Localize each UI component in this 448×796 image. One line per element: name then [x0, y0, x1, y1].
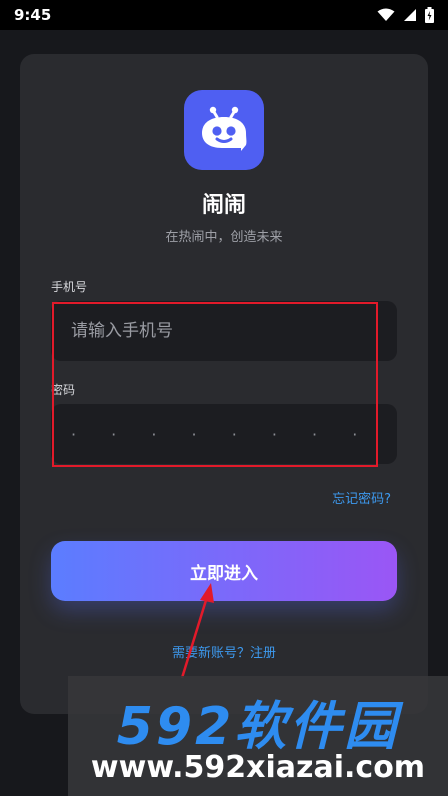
watermark-logo: 592软件园: [116, 697, 400, 757]
password-field[interactable]: · · · · · · · ·: [51, 404, 397, 464]
signal-icon: [404, 9, 416, 21]
watermark-url: www.592xiazai.com: [90, 750, 426, 785]
enter-button[interactable]: 立即进入: [51, 541, 397, 601]
app-logo: [184, 90, 264, 170]
password-label: 密码: [51, 383, 76, 397]
phone-field[interactable]: [51, 301, 397, 361]
status-time: 9:45: [14, 6, 52, 24]
status-bar: 9:45: [0, 0, 448, 30]
status-icons: [377, 7, 434, 23]
battery-icon: [425, 7, 434, 23]
register-link[interactable]: 需要新账号？注册: [20, 642, 428, 661]
robot-chat-icon: [202, 106, 247, 151]
phone-input[interactable]: [69, 320, 397, 342]
password-mask[interactable]: · · · · · · · ·: [69, 425, 372, 444]
app-tagline: 在热闹中，创造未来: [165, 230, 283, 245]
login-card: 闹闹 在热闹中，创造未来 手机号 密码 · · · · · · · · 忘记密码…: [20, 54, 428, 714]
forgot-password-link[interactable]: 忘记密码?: [332, 488, 391, 507]
watermark: 592软件园 www.592xiazai.com: [68, 676, 448, 796]
wifi-icon: [377, 8, 395, 21]
phone-label: 手机号: [51, 280, 88, 294]
app-name: 闹闹: [201, 193, 246, 218]
